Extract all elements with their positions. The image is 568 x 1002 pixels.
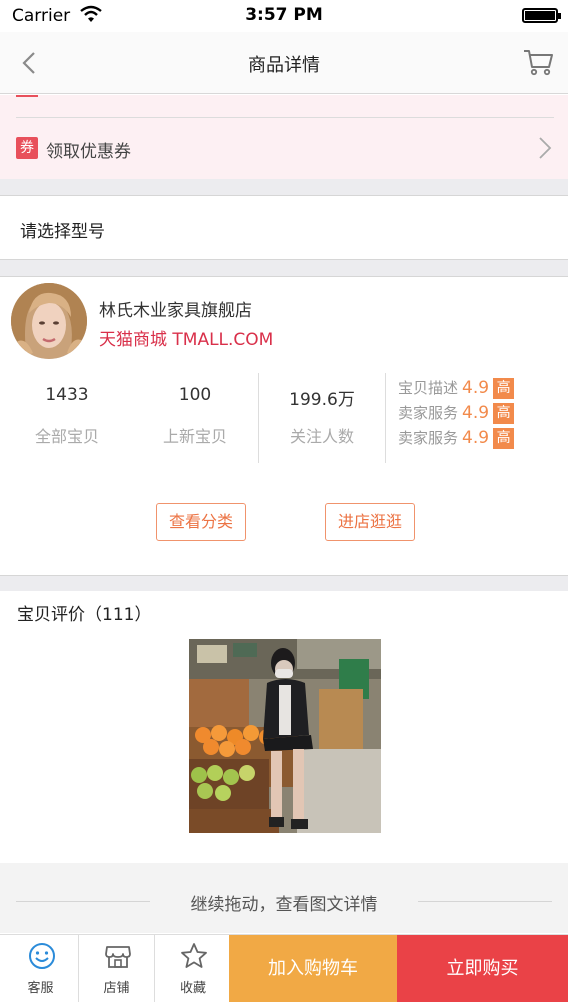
divider	[385, 373, 386, 463]
select-model-label: 请选择型号	[20, 222, 105, 242]
shop-mall-label: 天猫商城 TMALL.COM	[99, 330, 274, 350]
favorite-label: 收藏	[179, 981, 206, 996]
store-icon	[105, 946, 131, 968]
rating-row: 卖家服务 4.9 高	[398, 402, 558, 427]
shop-name: 林氏木业家具旗舰店	[99, 301, 252, 321]
shop-stats: 1433 全部宝贝 100 上新宝贝 199.6万 关注人数 宝贝描述 4.9 高 …	[0, 373, 568, 465]
bottom-bar: 客服 店铺 收藏 加入购物车 立即购买	[0, 934, 568, 1002]
cart-icon[interactable]	[522, 46, 554, 78]
smile-icon	[29, 943, 55, 969]
rating-score: 4.9	[462, 378, 490, 398]
review-photo[interactable]	[189, 639, 381, 833]
scroll-content[interactable]: 券 领取优惠券 请选择型号 林氏木业家具旗舰店 天猫商城 TMALL.COM 1…	[0, 95, 568, 933]
stat-label: 关注人数	[289, 427, 354, 446]
customer-service-label: 客服	[27, 981, 54, 996]
review-photo-image	[189, 639, 381, 833]
rating-level-badge: 高	[493, 403, 515, 424]
stat-label: 上新宝贝	[162, 427, 227, 446]
status-time: 3:57 PM	[245, 5, 323, 25]
star-icon	[181, 943, 207, 968]
rating-row: 卖家服务 4.9 高	[398, 427, 558, 452]
stat-value: 100	[178, 385, 212, 405]
rating-score: 4.9	[462, 403, 490, 423]
stat-all-items[interactable]: 1433 全部宝贝	[3, 373, 131, 465]
drag-for-details[interactable]: 继续拖动，查看图文详情	[0, 863, 568, 933]
rating-label: 卖家服务	[398, 429, 459, 447]
coupon-tag: 券	[16, 137, 38, 159]
customer-service-tab[interactable]: 客服	[3, 935, 79, 1002]
chevron-right-icon	[539, 137, 552, 159]
add-to-cart-button[interactable]: 加入购物车	[229, 935, 397, 1002]
store-label: 店铺	[103, 981, 130, 996]
stat-label: 全部宝贝	[34, 427, 99, 446]
shop-ratings: 宝贝描述 4.9 高 卖家服务 4.9 高 卖家服务 4.9 高	[398, 377, 558, 452]
reviews-title: 宝贝评价（111）	[17, 605, 152, 625]
page-title: 商品详情	[248, 55, 320, 76]
rating-level-badge: 高	[493, 378, 515, 399]
promotion-section: 券 领取优惠券	[0, 95, 568, 179]
coupon-label: 领取优惠券	[46, 142, 131, 162]
rating-level-badge: 高	[493, 428, 515, 449]
stat-value: 199.6万	[289, 390, 355, 410]
select-model-row[interactable]: 请选择型号	[0, 195, 568, 260]
rating-label: 卖家服务	[398, 404, 459, 422]
reviews-section: 宝贝评价（111）	[0, 591, 568, 863]
drag-hint-text: 继续拖动，查看图文详情	[190, 895, 378, 915]
buy-now-button[interactable]: 立即购买	[397, 935, 568, 1002]
shop-card: 林氏木业家具旗舰店 天猫商城 TMALL.COM 1433 全部宝贝 100 上…	[0, 276, 568, 576]
promotion-row-partial	[16, 95, 536, 103]
stat-new-items[interactable]: 100 上新宝贝	[131, 373, 259, 465]
coupon-row[interactable]: 券 领取优惠券	[0, 118, 568, 178]
stat-value: 1433	[45, 385, 89, 405]
rating-label: 宝贝描述	[398, 379, 459, 397]
store-tab[interactable]: 店铺	[79, 935, 155, 1002]
rating-row: 宝贝描述 4.9 高	[398, 377, 558, 402]
favorite-tab[interactable]: 收藏	[155, 935, 231, 1002]
stat-followers[interactable]: 199.6万 关注人数	[258, 373, 386, 465]
battery-icon	[522, 8, 561, 23]
nav-bar: 商品详情	[0, 32, 568, 94]
avatar-image	[11, 283, 87, 359]
view-category-button[interactable]: 查看分类	[156, 503, 246, 541]
shop-avatar[interactable]	[11, 283, 87, 359]
status-bar: Carrier 3:57 PM	[0, 0, 568, 32]
promotion-tag	[16, 95, 38, 97]
visit-store-button[interactable]: 进店逛逛	[325, 503, 415, 541]
rating-score: 4.9	[462, 428, 490, 448]
